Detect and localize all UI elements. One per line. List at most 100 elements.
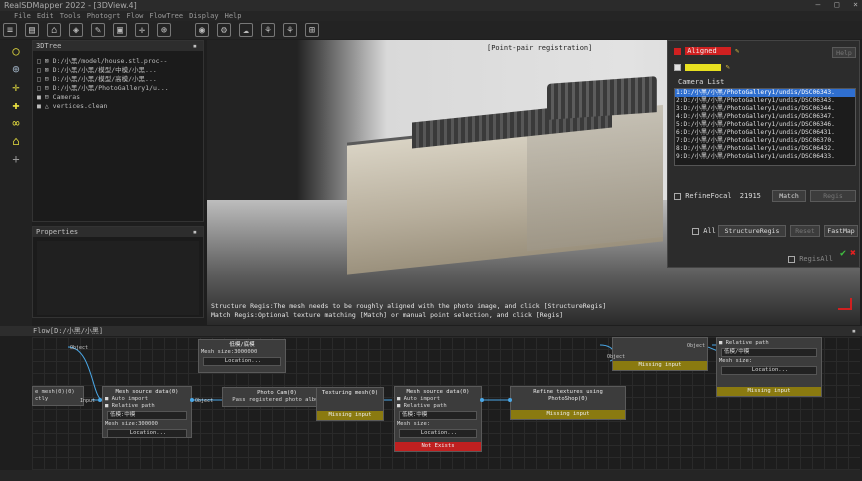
node-icon[interactable]: ⚙ — [217, 23, 231, 37]
output-port[interactable] — [480, 398, 484, 402]
mesh-path-field[interactable]: 低模:中模 — [107, 411, 187, 420]
list-item[interactable]: 3:D:/小黑/小黑/PhotoGallery1/undis/DSC06344. — [675, 105, 855, 113]
building-icon[interactable]: ⌂ — [7, 134, 25, 148]
pencil-icon[interactable]: ✎ — [725, 63, 729, 71]
port-label: Object — [607, 354, 626, 360]
tree-item[interactable]: ■ △ vertices.clean — [37, 102, 199, 111]
help-button[interactable]: Help — [832, 47, 856, 58]
refine-focal-value[interactable]: 21915 — [740, 192, 761, 200]
undock-icon[interactable]: ▪ — [193, 228, 197, 236]
undock-icon[interactable]: ▪ — [852, 327, 856, 335]
mesh-source-node-right[interactable]: Mesh source data(0) ■ Auto import ■ Rela… — [394, 386, 482, 452]
structure-regis-button[interactable]: StructureRegis — [718, 225, 786, 237]
list-item[interactable]: 2:D:/小黑/小黑/PhotoGallery1/undis/DSC06343. — [675, 97, 855, 105]
not-exists-badge: Not Exists — [395, 442, 481, 451]
flow-graph[interactable]: 低模/底模 Mesh size:3000000 Location... Mesh… — [32, 337, 860, 470]
tree-icon[interactable]: ⚘ — [261, 23, 275, 37]
tree2-icon[interactable]: ⚘ — [283, 23, 297, 37]
camera-icon[interactable]: ◉ — [195, 23, 209, 37]
pencil-icon[interactable]: ✎ — [735, 47, 739, 55]
window-controls: – □ × — [816, 0, 858, 9]
location-button[interactable]: Location... — [107, 429, 187, 438]
list-item[interactable]: 6:D:/小黑/小黑/PhotoGallery1/undis/DSC06431. — [675, 129, 855, 137]
refine-textures-node[interactable]: Refine textures using PhotoShop(0) Missi… — [510, 386, 626, 420]
auto-import-option[interactable]: ■ Auto import — [105, 396, 189, 403]
add-point-icon[interactable]: ✚ — [7, 98, 25, 112]
auto-import-option[interactable]: ■ Auto import — [397, 396, 479, 403]
output-port[interactable] — [190, 398, 194, 402]
missing-input-badge: Missing input — [317, 411, 383, 420]
tree-item[interactable]: □ ⊟ D:/小黑/小黑/模型/高模/小黑... — [37, 75, 199, 84]
relative-path-option[interactable]: ■ Relative path — [105, 403, 189, 410]
maximize-button[interactable]: □ — [834, 0, 839, 9]
undock-icon[interactable]: ▪ — [193, 42, 197, 50]
match-button[interactable]: Match — [772, 190, 806, 202]
regis-button[interactable]: Regis — [810, 190, 856, 202]
search-icon[interactable]: ○ — [7, 44, 25, 58]
target-icon[interactable]: ✛ — [135, 23, 149, 37]
save-icon[interactable]: ▤ — [25, 23, 39, 37]
axis-gizmo-icon — [838, 308, 852, 310]
list-item[interactable]: 4:D:/小黑/小黑/PhotoGallery1/undis/DSC06347. — [675, 113, 855, 121]
properties-panel: Properties ▪ — [32, 226, 204, 318]
top-right-node[interactable]: ■ Relative path 低模/中模 Mesh size: Locatio… — [716, 337, 822, 397]
menu-photogrt[interactable]: Photogrt — [87, 12, 121, 20]
aligned-checkbox[interactable] — [674, 47, 681, 55]
layers-icon[interactable]: ◈ — [69, 23, 83, 37]
status-line-2: Match Regis:Optional texture matching [M… — [211, 311, 564, 319]
reset-button[interactable]: Reset — [790, 225, 820, 237]
input-port[interactable] — [98, 398, 102, 402]
mesh-path-field[interactable]: 低模/中模 — [721, 348, 817, 357]
cancel-icon[interactable]: ✖ — [850, 248, 856, 259]
tree-item[interactable]: □ ⊠ D:/小黑/model/house.stl.proc-- — [37, 57, 199, 66]
plus-icon[interactable]: + — [7, 152, 25, 166]
cloud-icon[interactable]: ☁ — [239, 23, 253, 37]
mesh-top-node[interactable]: 低模/底模 Mesh size:3000000 Location... — [198, 339, 286, 373]
menu-file[interactable]: File — [14, 12, 31, 20]
list-item[interactable]: 9:D:/小黑/小黑/PhotoGallery1/undis/DSC06433. — [675, 153, 855, 161]
menu-icon[interactable]: ≡ — [3, 23, 17, 37]
camera-list[interactable]: 1:D:/小黑/小黑/PhotoGallery1/undis/DSC06343.… — [674, 88, 856, 166]
globe-icon[interactable]: ⊕ — [157, 23, 171, 37]
list-item[interactable]: 7:D:/小黑/小黑/PhotoGallery1/undis/DSC06370. — [675, 137, 855, 145]
list-item[interactable]: 5:D:/小黑/小黑/PhotoGallery1/undis/DSC06346. — [675, 121, 855, 129]
link-icon[interactable]: ∞ — [7, 116, 25, 130]
list-item[interactable]: 8:D:/小黑/小黑/PhotoGallery1/undis/DSC06432. — [675, 145, 855, 153]
open-folder-icon[interactable]: ⌂ — [47, 23, 61, 37]
relative-path-option[interactable]: ■ Relative path — [719, 340, 819, 347]
location-button[interactable]: Location... — [721, 366, 817, 375]
move-icon[interactable]: ✛ — [7, 80, 25, 94]
menu-edit[interactable]: Edit — [37, 12, 54, 20]
mesh-source-node-left[interactable]: Mesh source data(0) ■ Auto import ■ Rela… — [102, 386, 192, 438]
node-title: Mesh source data(0) — [406, 389, 470, 395]
color-checkbox[interactable] — [674, 63, 681, 71]
menu-help[interactable]: Help — [225, 12, 242, 20]
relative-path-option[interactable]: ■ Relative path — [397, 403, 479, 410]
input-port[interactable] — [508, 398, 512, 402]
menu-tools[interactable]: Tools — [60, 12, 81, 20]
refine-focal-checkbox[interactable] — [674, 192, 681, 200]
edge-mesh-node[interactable]: e mesh(0)(0) ctly — [32, 386, 84, 406]
fastmap-button[interactable]: FastMap — [824, 225, 858, 237]
menu-flow[interactable]: Flow — [127, 12, 144, 20]
regis-all-checkbox[interactable] — [788, 255, 795, 263]
menu-flowtree[interactable]: FlowTree — [149, 12, 183, 20]
tree-item[interactable]: □ ⊠ D:/小黑/小黑/模型/中模/小黑... — [37, 66, 199, 75]
confirm-icon[interactable]: ✔ — [840, 248, 846, 259]
tree-item[interactable]: □ ⊟ D:/小黑/小黑/PhotoGallery1/u... — [37, 84, 199, 93]
all-checkbox[interactable] — [692, 227, 699, 235]
yellow-swatch[interactable] — [685, 63, 722, 71]
close-button[interactable]: × — [853, 0, 858, 9]
mesh-path-field[interactable]: 低模:中模 — [399, 411, 477, 420]
brush-icon[interactable]: ✎ — [91, 23, 105, 37]
frame-icon[interactable]: ▣ — [113, 23, 127, 37]
location-button[interactable]: Location... — [203, 357, 281, 366]
tree-item[interactable]: ■ ⊟ Cameras — [37, 93, 199, 102]
grid-icon[interactable]: ⊞ — [305, 23, 319, 37]
zoom-icon[interactable]: ⊕ — [7, 62, 25, 76]
minimize-button[interactable]: – — [816, 0, 821, 9]
menu-display[interactable]: Display — [189, 12, 219, 20]
location-button[interactable]: Location... — [399, 429, 477, 438]
texturing-mesh-node[interactable]: Texturing mesh(0) Missing input — [316, 387, 384, 421]
list-item[interactable]: 1:D:/小黑/小黑/PhotoGallery1/undis/DSC06343. — [675, 89, 855, 97]
